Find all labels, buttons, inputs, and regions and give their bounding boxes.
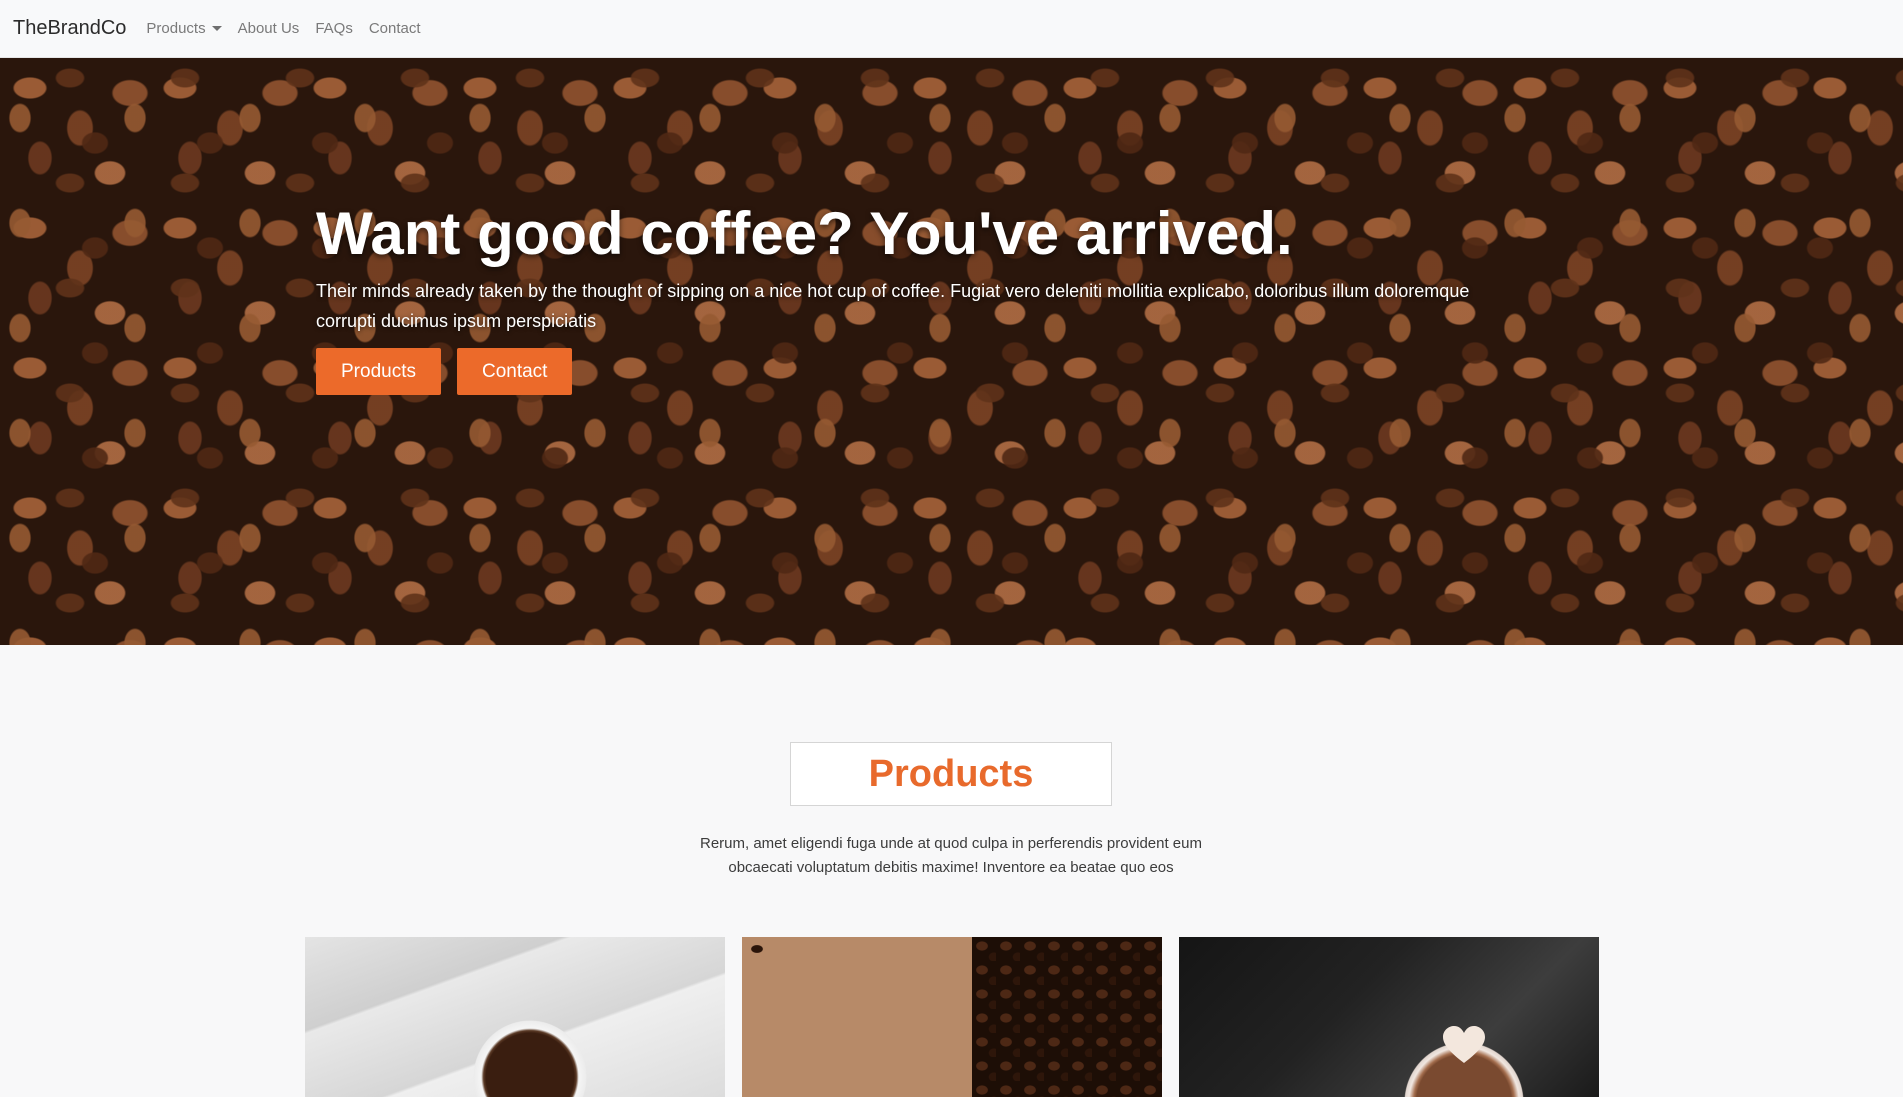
hero-title: Want good coffee? You've arrived. — [316, 200, 1293, 267]
product-card-latte-image[interactable] — [1179, 937, 1599, 1097]
hero-content: Want good coffee? You've arrived. Their … — [316, 198, 1516, 395]
nav-contact[interactable]: Contact — [369, 20, 421, 37]
product-card-coffee-beans-image[interactable] — [742, 937, 1162, 1097]
coffee-beans-image — [972, 937, 1162, 1097]
brand-logo[interactable]: TheBrandCo — [13, 17, 126, 40]
product-card-coffee-cup-image[interactable] — [305, 937, 725, 1097]
nav-products-dropdown[interactable]: Products — [146, 20, 222, 37]
hero-contact-button[interactable]: Contact — [456, 348, 573, 395]
products-title-box: Products — [790, 742, 1112, 806]
latte-art-heart-icon — [1443, 1026, 1485, 1063]
hero-products-button[interactable]: Products — [316, 348, 441, 395]
product-cards — [305, 937, 1599, 1097]
hero-buttons: Products Contact — [316, 348, 1516, 395]
products-description: Rerum, amet eligendi fuga unde at quod c… — [700, 835, 1202, 876]
caret-down-icon — [211, 26, 222, 31]
nav-about-us[interactable]: About Us — [238, 20, 300, 37]
hero-subtitle: Their minds already taken by the thought… — [316, 281, 1470, 331]
products-title: Products — [868, 752, 1034, 795]
nav-products-label: Products — [146, 20, 206, 37]
hero-banner: Want good coffee? You've arrived. Their … — [0, 58, 1903, 645]
nav-links: Products About Us FAQs Contact — [138, 20, 428, 37]
nav-faqs[interactable]: FAQs — [315, 20, 353, 37]
navbar: TheBrandCo Products About Us FAQs Contac… — [0, 0, 1903, 58]
